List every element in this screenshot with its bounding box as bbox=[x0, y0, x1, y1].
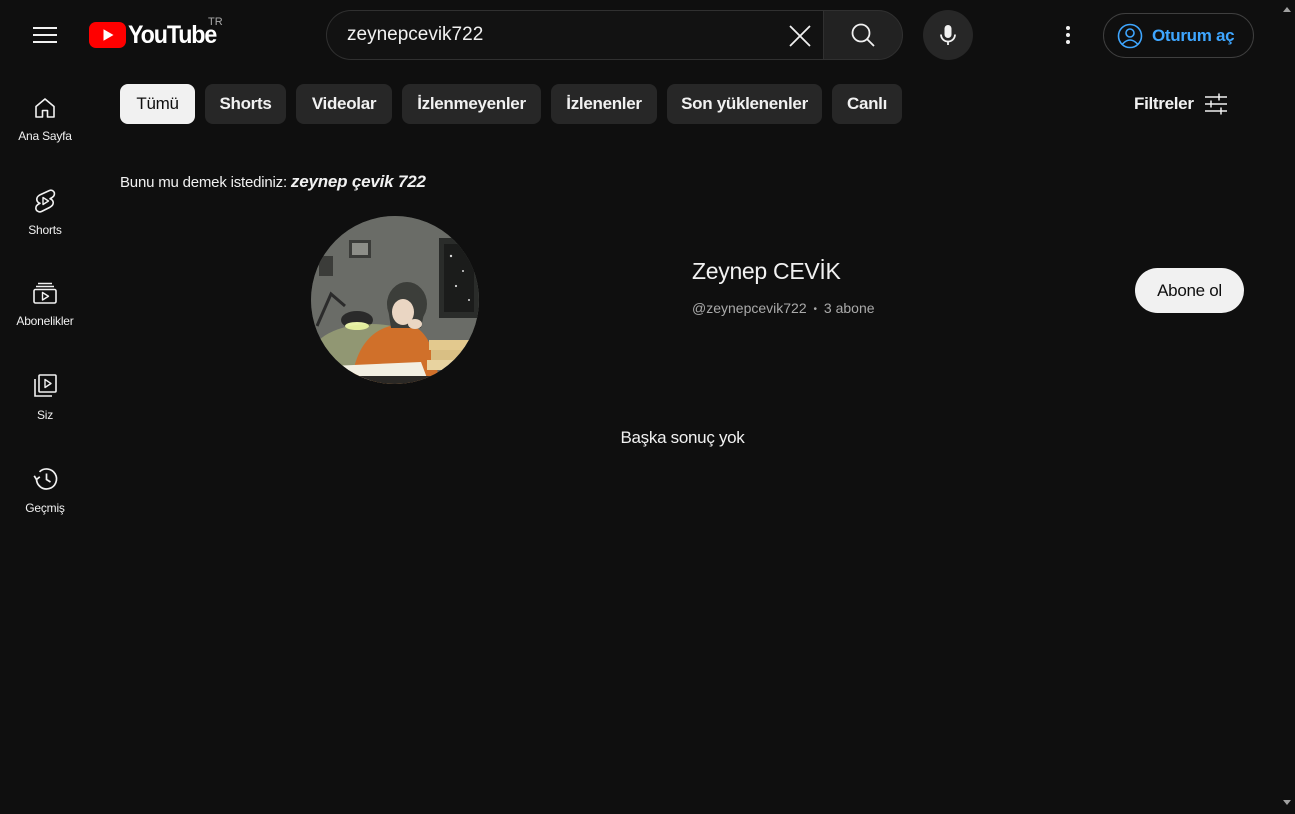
search-filters-button[interactable]: Filtreler bbox=[1126, 84, 1238, 124]
chip-videos[interactable]: Videolar bbox=[296, 84, 392, 124]
history-icon bbox=[33, 468, 58, 490]
channel-avatar[interactable] bbox=[311, 216, 479, 384]
hamburger-icon bbox=[33, 27, 57, 43]
did-you-mean-prefix: Bunu mu demek istediniz: bbox=[120, 174, 287, 191]
more-vertical-icon bbox=[1066, 26, 1070, 44]
sidebar-item-label: Geçmiş bbox=[25, 501, 65, 515]
youtube-logo-link[interactable]: YouTube TR bbox=[89, 15, 223, 55]
close-icon bbox=[789, 25, 811, 47]
sign-in-button[interactable]: Oturum aç bbox=[1103, 13, 1254, 58]
page-scrollbar[interactable] bbox=[1280, 0, 1295, 814]
did-you-mean: Bunu mu demek istediniz: zeynep çevik 72… bbox=[120, 172, 426, 192]
chip-all[interactable]: Tümü bbox=[120, 84, 195, 124]
subscriptions-icon bbox=[33, 282, 57, 304]
sidebar-item-label: Ana Sayfa bbox=[18, 129, 72, 143]
sidebar-item-subscriptions[interactable]: Abonelikler bbox=[4, 255, 86, 335]
sidebar-item-shorts[interactable]: Shorts bbox=[4, 162, 86, 242]
sidebar-item-label: Shorts bbox=[28, 223, 62, 237]
microphone-icon bbox=[940, 25, 956, 45]
meta-separator: • bbox=[813, 304, 818, 315]
sidebar-item-history[interactable]: Geçmiş bbox=[4, 440, 86, 520]
subscriber-count: 3 abone bbox=[823, 300, 875, 316]
youtube-wordmark: YouTube bbox=[128, 20, 217, 49]
sidebar-item-label: Siz bbox=[36, 408, 54, 422]
subscribe-button[interactable]: Abone ol bbox=[1135, 268, 1244, 313]
sidebar-item-you[interactable]: Siz bbox=[4, 347, 86, 427]
scroll-up-arrow-icon[interactable] bbox=[1283, 7, 1291, 12]
settings-more-button[interactable] bbox=[1048, 15, 1088, 55]
scroll-down-arrow-icon[interactable] bbox=[1283, 800, 1291, 805]
sign-in-label: Oturum aç bbox=[1152, 25, 1235, 45]
channel-name-link[interactable]: Zeynep CEVİK bbox=[692, 258, 841, 285]
sidebar-item-label: Abonelikler bbox=[16, 314, 74, 328]
clear-search-button[interactable] bbox=[780, 16, 820, 56]
account-circle-icon bbox=[1117, 23, 1143, 48]
chip-watched[interactable]: İzlenenler bbox=[551, 84, 657, 124]
channel-metadata: @zeynepcevik722 • 3 abone bbox=[692, 300, 875, 316]
guide-menu-button[interactable] bbox=[25, 15, 65, 55]
voice-search-button[interactable] bbox=[923, 10, 973, 60]
chip-recently-uploaded[interactable]: Son yüklenenler bbox=[667, 84, 822, 124]
no-more-results-message: Başka sonuç yok bbox=[620, 428, 745, 447]
did-you-mean-query-link[interactable]: zeynep çevik 722 bbox=[291, 172, 426, 191]
region-code: TR bbox=[208, 16, 223, 28]
chip-shorts[interactable]: Shorts bbox=[205, 84, 286, 124]
filters-label: Filtreler bbox=[1134, 94, 1194, 113]
youtube-play-logo-icon bbox=[89, 22, 126, 48]
chip-unwatched[interactable]: İzlenmeyenler bbox=[402, 84, 541, 124]
home-icon bbox=[35, 98, 55, 118]
tune-sliders-icon bbox=[1204, 93, 1227, 115]
search-icon bbox=[851, 23, 875, 47]
you-library-icon bbox=[34, 374, 57, 397]
sidebar-item-home[interactable]: Ana Sayfa bbox=[4, 70, 86, 150]
search-box bbox=[326, 10, 824, 60]
channel-avatar-image bbox=[311, 216, 479, 384]
search-input[interactable] bbox=[347, 24, 747, 46]
channel-handle: @zeynepcevik722 bbox=[692, 300, 807, 316]
masthead: YouTube TR zeynepcevik722 Oturum aç bbox=[0, 0, 1295, 70]
chip-live[interactable]: Canlı bbox=[832, 84, 902, 124]
search-button[interactable] bbox=[823, 10, 903, 60]
shorts-icon bbox=[35, 189, 56, 213]
